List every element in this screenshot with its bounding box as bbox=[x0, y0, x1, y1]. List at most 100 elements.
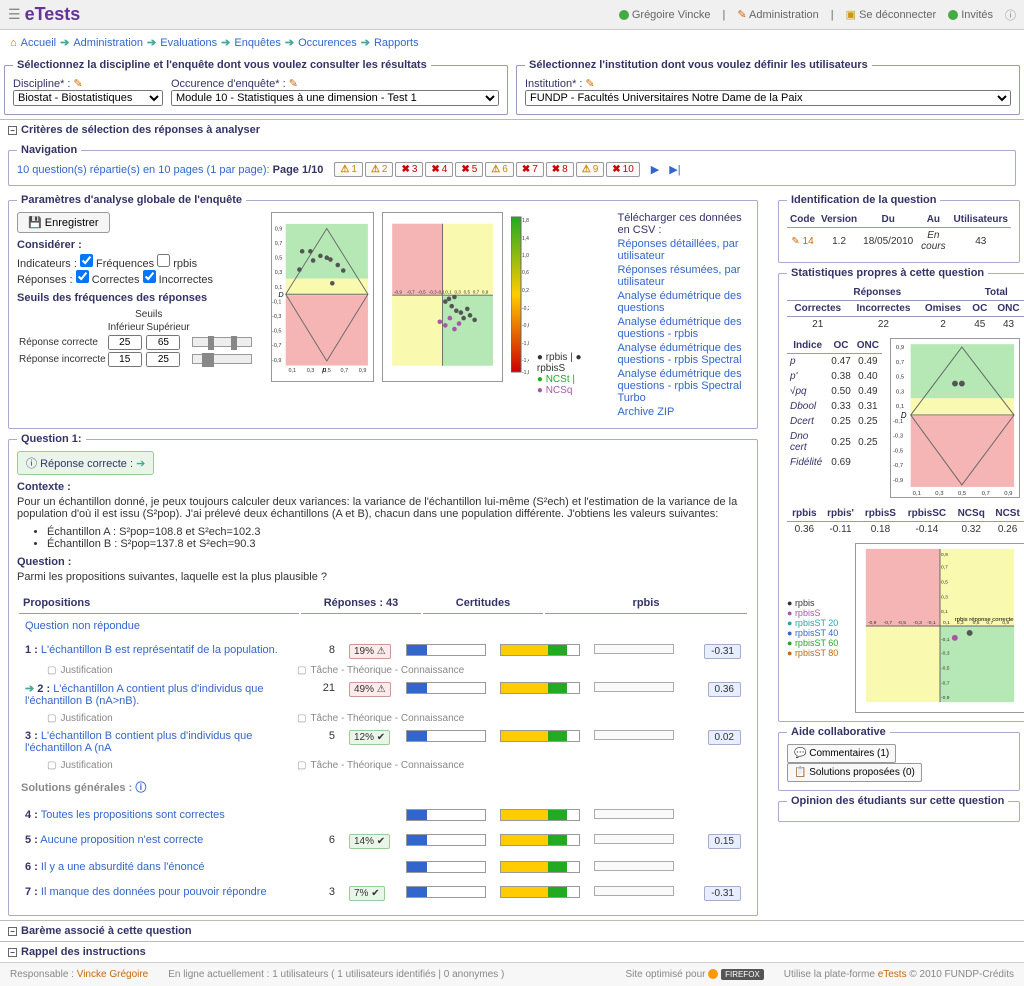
svg-text:-0,9: -0,9 bbox=[394, 289, 402, 294]
svg-text:-0,2: -0,2 bbox=[522, 306, 529, 312]
dl-6[interactable]: Archive ZIP bbox=[617, 406, 749, 418]
ident-legend: Identification de la question bbox=[787, 194, 940, 206]
bareme-toggle[interactable]: −Barème associé à cette question bbox=[0, 920, 1024, 941]
save-button[interactable]: 💾 Enregistrer bbox=[17, 212, 110, 233]
crumb-2[interactable]: Evaluations bbox=[160, 37, 217, 49]
page-pill-3[interactable]: ✖ 3 bbox=[395, 162, 423, 177]
question-label: Question : bbox=[17, 556, 749, 568]
info-icon[interactable]: ⓘ bbox=[1005, 7, 1016, 23]
crumb-3[interactable]: Enquêtes bbox=[234, 37, 280, 49]
color-scale: 1,81,41,00,60,2-0,2-0,6-1,0-1,4-1,8 bbox=[511, 212, 529, 382]
edit-icon[interactable]: ✎ bbox=[289, 78, 298, 90]
next-icon[interactable]: ▶ bbox=[651, 163, 659, 176]
page-pill-10[interactable]: ✖ 10 bbox=[606, 162, 640, 177]
svg-text:-0,7: -0,7 bbox=[272, 343, 281, 349]
svg-text:0,2: 0,2 bbox=[522, 288, 529, 294]
svg-text:D: D bbox=[901, 411, 907, 420]
svg-text:rpbis réponse correcte: rpbis réponse correcte bbox=[955, 617, 1014, 623]
crumb-5[interactable]: Rapports bbox=[374, 37, 419, 49]
mini-chart-quadrant: -0,9-0,7-0,5-0,3-0,10,10,30,50,70,9 0,90… bbox=[855, 543, 1024, 713]
svg-text:-0,5: -0,5 bbox=[898, 620, 907, 626]
etests-link[interactable]: eTests bbox=[878, 969, 907, 980]
svg-text:0,1: 0,1 bbox=[896, 404, 904, 410]
last-icon[interactable]: ▶| bbox=[669, 163, 680, 176]
dl-1[interactable]: Réponses résumées, par utilisateur bbox=[617, 264, 749, 288]
institution-select[interactable]: FUNDP - Facultés Universitaires Notre Da… bbox=[525, 90, 1011, 106]
mini-chart-diamond: 0,90,70,50,30,1-0,1-0,3-0,5-0,7-0,9 0,10… bbox=[890, 338, 1020, 498]
svg-text:-1,8: -1,8 bbox=[522, 370, 529, 376]
proposition-row: 1 : L'échantillon B est représentatif de… bbox=[17, 638, 749, 676]
ri-slider[interactable] bbox=[192, 354, 252, 364]
user-name: Grégoire Vincke bbox=[619, 9, 711, 21]
institution-label: Institution* : bbox=[525, 78, 582, 90]
menu-icon[interactable]: ☰ bbox=[8, 6, 21, 23]
svg-text:0,3: 0,3 bbox=[941, 594, 948, 600]
page-pill-2[interactable]: ⚠ 2 bbox=[365, 162, 394, 177]
correct-checkbox[interactable] bbox=[76, 270, 89, 283]
rpbis-checkbox[interactable] bbox=[157, 254, 170, 267]
svg-text:0,7: 0,7 bbox=[341, 368, 349, 374]
svg-text:-0,5: -0,5 bbox=[941, 666, 950, 672]
page-pill-1[interactable]: ⚠ 1 bbox=[334, 162, 363, 177]
svg-text:1,0: 1,0 bbox=[522, 253, 529, 259]
dl-2[interactable]: Analyse édumétrique des questions bbox=[617, 290, 749, 314]
dl-4[interactable]: Analyse édumétrique des questions - rpbi… bbox=[617, 342, 749, 366]
resp-link[interactable]: Vincke Grégoire bbox=[77, 969, 149, 980]
home-icon[interactable]: ⌂ bbox=[10, 37, 17, 49]
dl-5[interactable]: Analyse édumétrique des questions - rpbi… bbox=[617, 368, 749, 404]
occurrence-select[interactable]: Module 10 - Statistiques à une dimension… bbox=[171, 90, 499, 106]
logout-link[interactable]: ▣ Se déconnecter bbox=[846, 8, 937, 21]
edit-icon[interactable]: ✎ bbox=[74, 78, 83, 90]
index-row: p0.470.49 bbox=[787, 354, 882, 370]
svg-text:-0,9: -0,9 bbox=[868, 620, 877, 626]
incorrect-checkbox[interactable] bbox=[143, 270, 156, 283]
ri-inf-input[interactable] bbox=[108, 352, 142, 367]
svg-text:-1,4: -1,4 bbox=[522, 358, 529, 364]
svg-text:-0,3: -0,3 bbox=[429, 289, 437, 294]
svg-text:0,7: 0,7 bbox=[982, 491, 990, 497]
svg-text:-0,1: -0,1 bbox=[437, 289, 445, 294]
edit-icon[interactable]: ✎ bbox=[586, 78, 595, 90]
freq-checkbox[interactable] bbox=[80, 254, 93, 267]
svg-text:0,1: 0,1 bbox=[943, 620, 950, 626]
svg-text:0,3: 0,3 bbox=[935, 491, 944, 497]
svg-text:-0,5: -0,5 bbox=[418, 289, 426, 294]
crumb-0[interactable]: Accueil bbox=[21, 37, 56, 49]
dl-3[interactable]: Analyse édumétrique des questions - rpbi… bbox=[617, 316, 749, 340]
rc-inf-input[interactable] bbox=[108, 335, 142, 350]
page-pill-9[interactable]: ⚠ 9 bbox=[576, 162, 605, 177]
footer: Responsable : Vincke Grégoire En ligne a… bbox=[0, 962, 1024, 986]
page-pill-7[interactable]: ✖ 7 bbox=[516, 162, 544, 177]
crumb-4[interactable]: Occurences bbox=[298, 37, 357, 49]
comments-button[interactable]: 💬 Commentaires (1) bbox=[787, 744, 896, 763]
index-row: Dbool0.330.31 bbox=[787, 399, 882, 414]
svg-text:-0,3: -0,3 bbox=[893, 434, 904, 440]
svg-text:-0,1: -0,1 bbox=[927, 620, 936, 626]
svg-text:0,5: 0,5 bbox=[958, 491, 967, 497]
index-row: p'0.380.40 bbox=[787, 369, 882, 384]
admin-link[interactable]: ✎ Administration bbox=[737, 8, 818, 21]
proposition-row: 7 : Il manque des données pour pouvoir r… bbox=[17, 880, 749, 907]
rc-sup-input[interactable] bbox=[146, 335, 180, 350]
page-pill-8[interactable]: ✖ 8 bbox=[546, 162, 574, 177]
discipline-select[interactable]: Biostat - Biostatistiques bbox=[13, 90, 163, 106]
bullet-1: Échantillon A : S²pop=108.8 et S²ech=102… bbox=[47, 526, 749, 538]
criteria-toggle[interactable]: −Critères de sélection des réponses à an… bbox=[0, 119, 1024, 140]
rappel-toggle[interactable]: −Rappel des instructions bbox=[0, 941, 1024, 962]
unanswered-link[interactable]: Question non répondue bbox=[25, 620, 140, 632]
page-pill-5[interactable]: ✖ 5 bbox=[455, 162, 483, 177]
crumb-1[interactable]: Administration bbox=[73, 37, 143, 49]
page-pill-4[interactable]: ✖ 4 bbox=[425, 162, 453, 177]
stats-legend: Statistiques propres à cette question bbox=[787, 267, 988, 279]
svg-text:D: D bbox=[279, 290, 285, 299]
svg-text:0,9: 0,9 bbox=[482, 289, 489, 294]
page-pill-6[interactable]: ⚠ 6 bbox=[485, 162, 514, 177]
dl-0[interactable]: Réponses détaillées, par utilisateur bbox=[617, 238, 749, 262]
svg-text:-0,9: -0,9 bbox=[272, 358, 281, 364]
rc-slider[interactable] bbox=[192, 337, 252, 347]
solutions-button[interactable]: 📋 Solutions proposées (0) bbox=[787, 763, 922, 782]
discipline-label: Discipline* : bbox=[13, 78, 70, 90]
svg-text:0,3: 0,3 bbox=[454, 289, 461, 294]
download-head: Télécharger ces données en CSV : bbox=[617, 212, 749, 236]
ri-sup-input[interactable] bbox=[146, 352, 180, 367]
